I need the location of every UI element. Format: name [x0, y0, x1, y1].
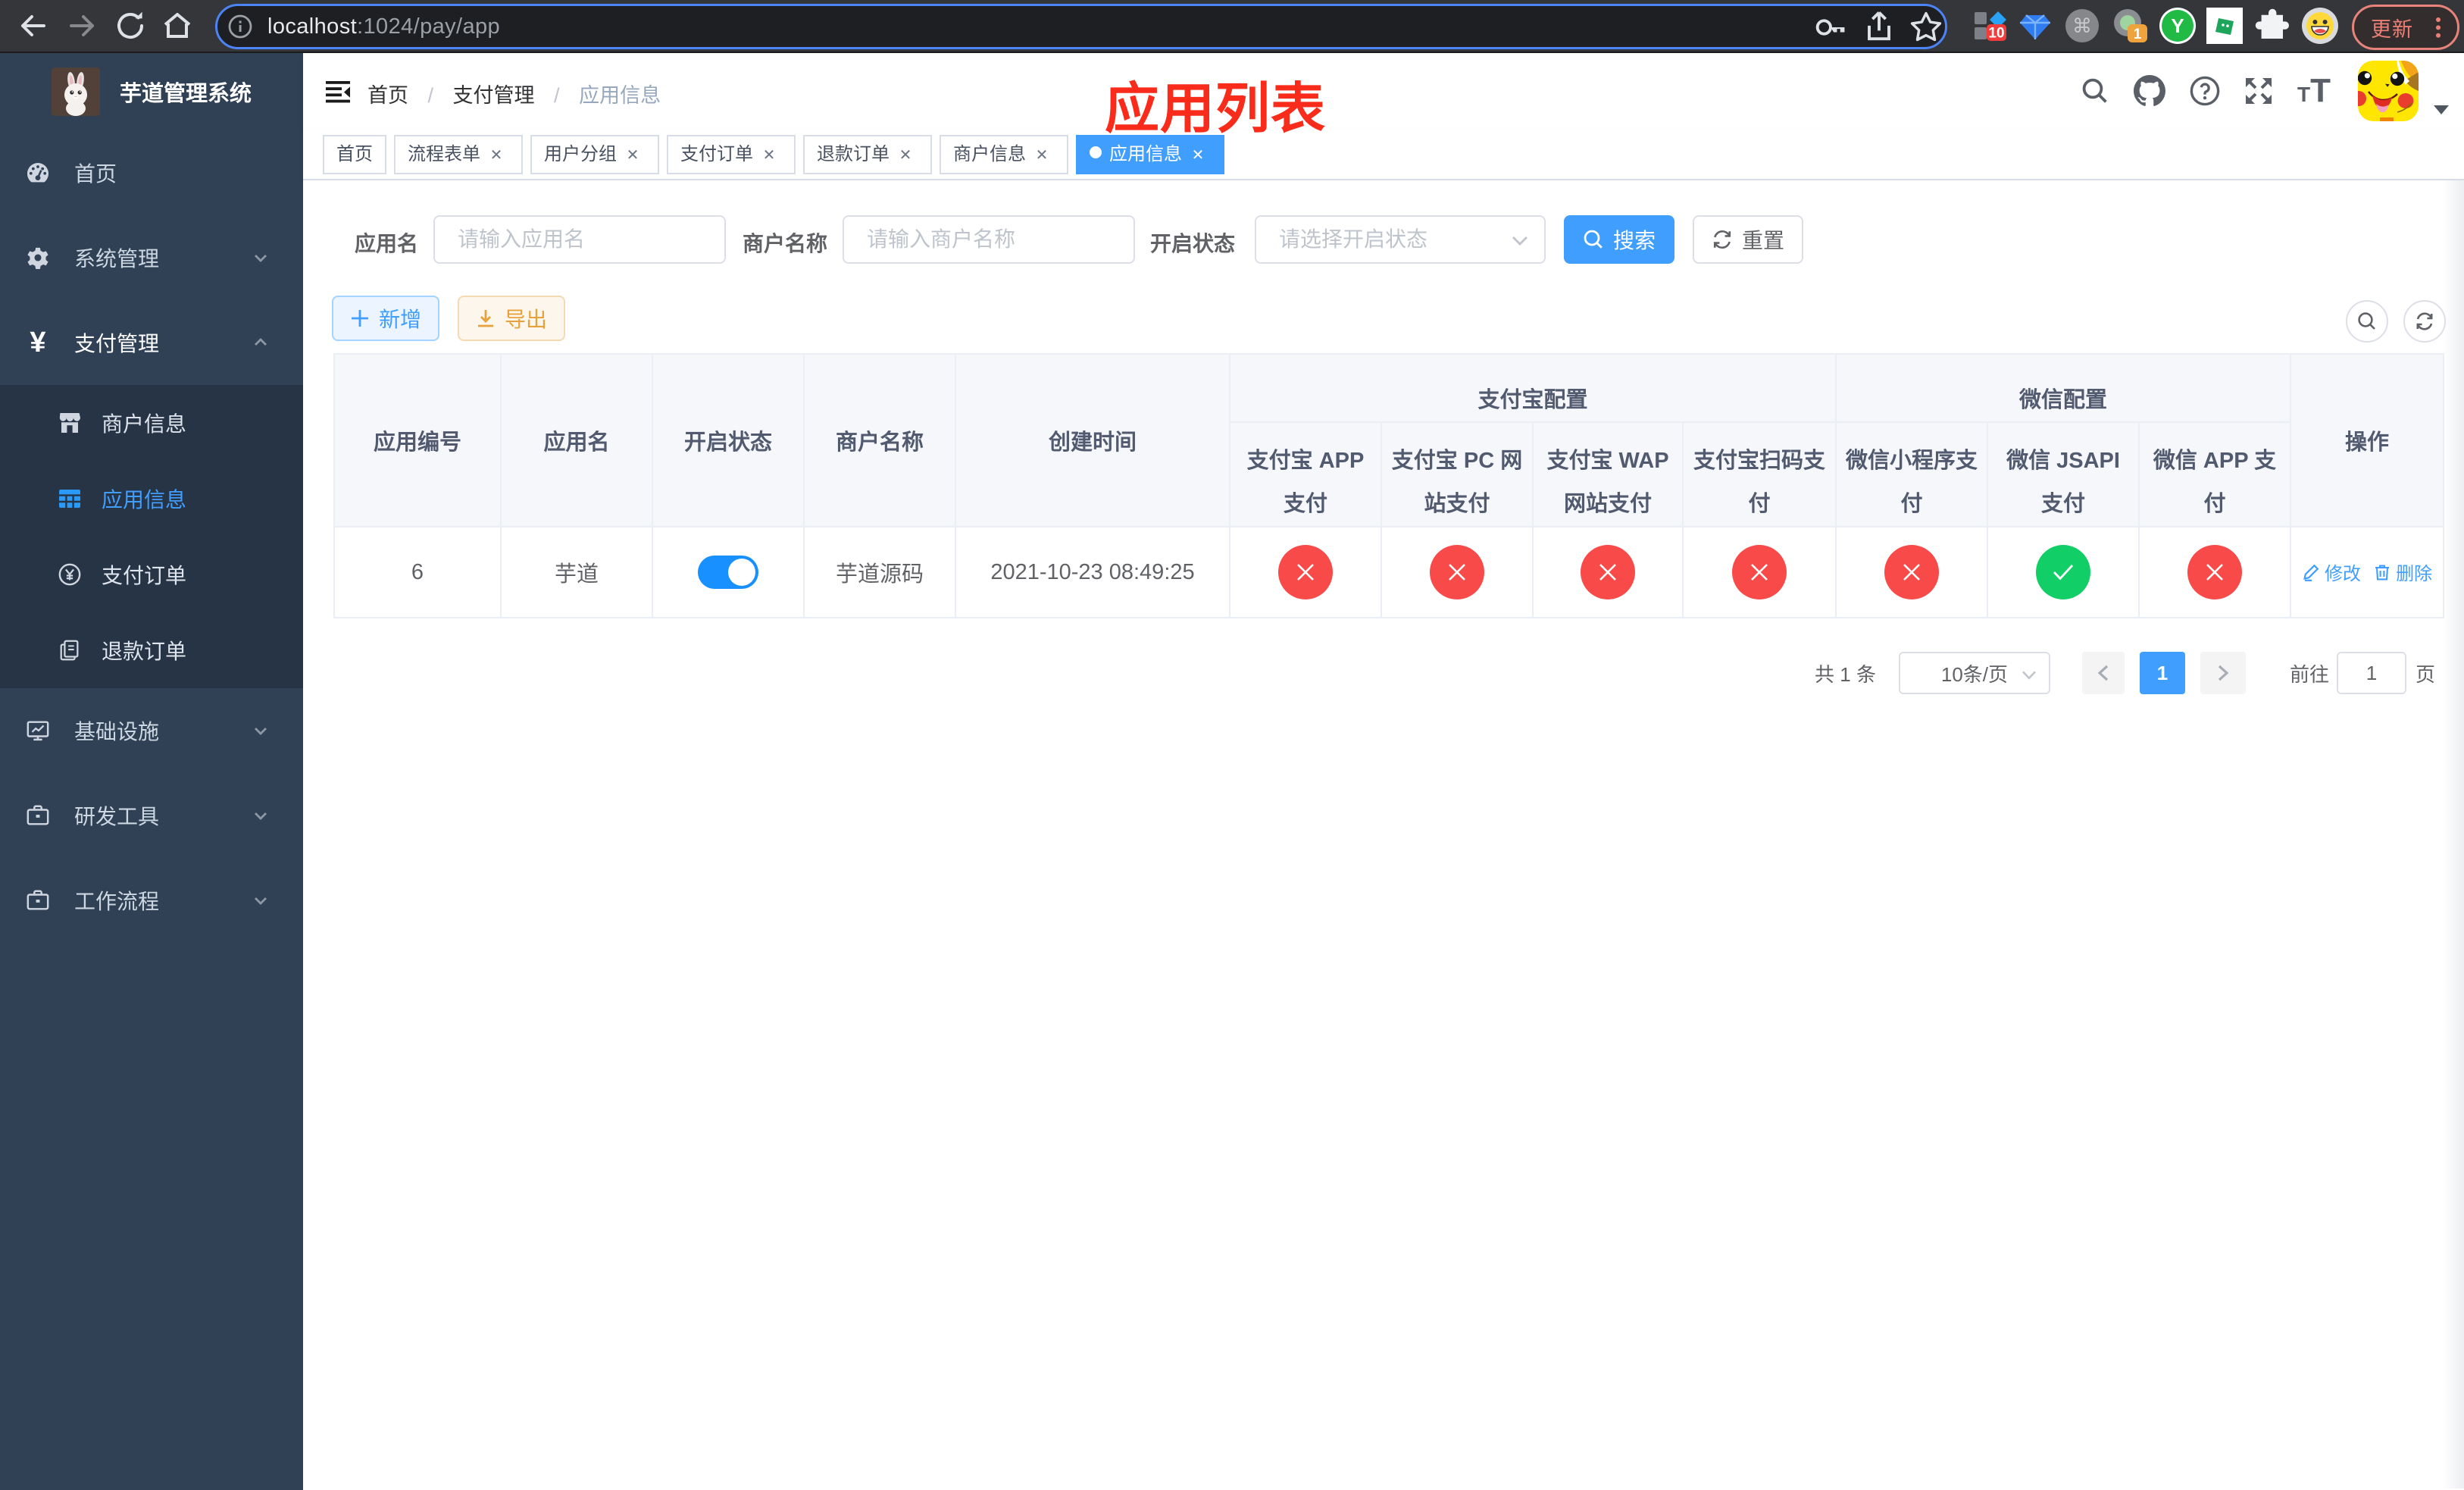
svg-text:Y: Y — [2171, 14, 2184, 37]
svg-text:10: 10 — [1988, 25, 2004, 41]
svg-text:1: 1 — [2134, 27, 2142, 42]
svg-text:⌘: ⌘ — [2072, 14, 2092, 37]
